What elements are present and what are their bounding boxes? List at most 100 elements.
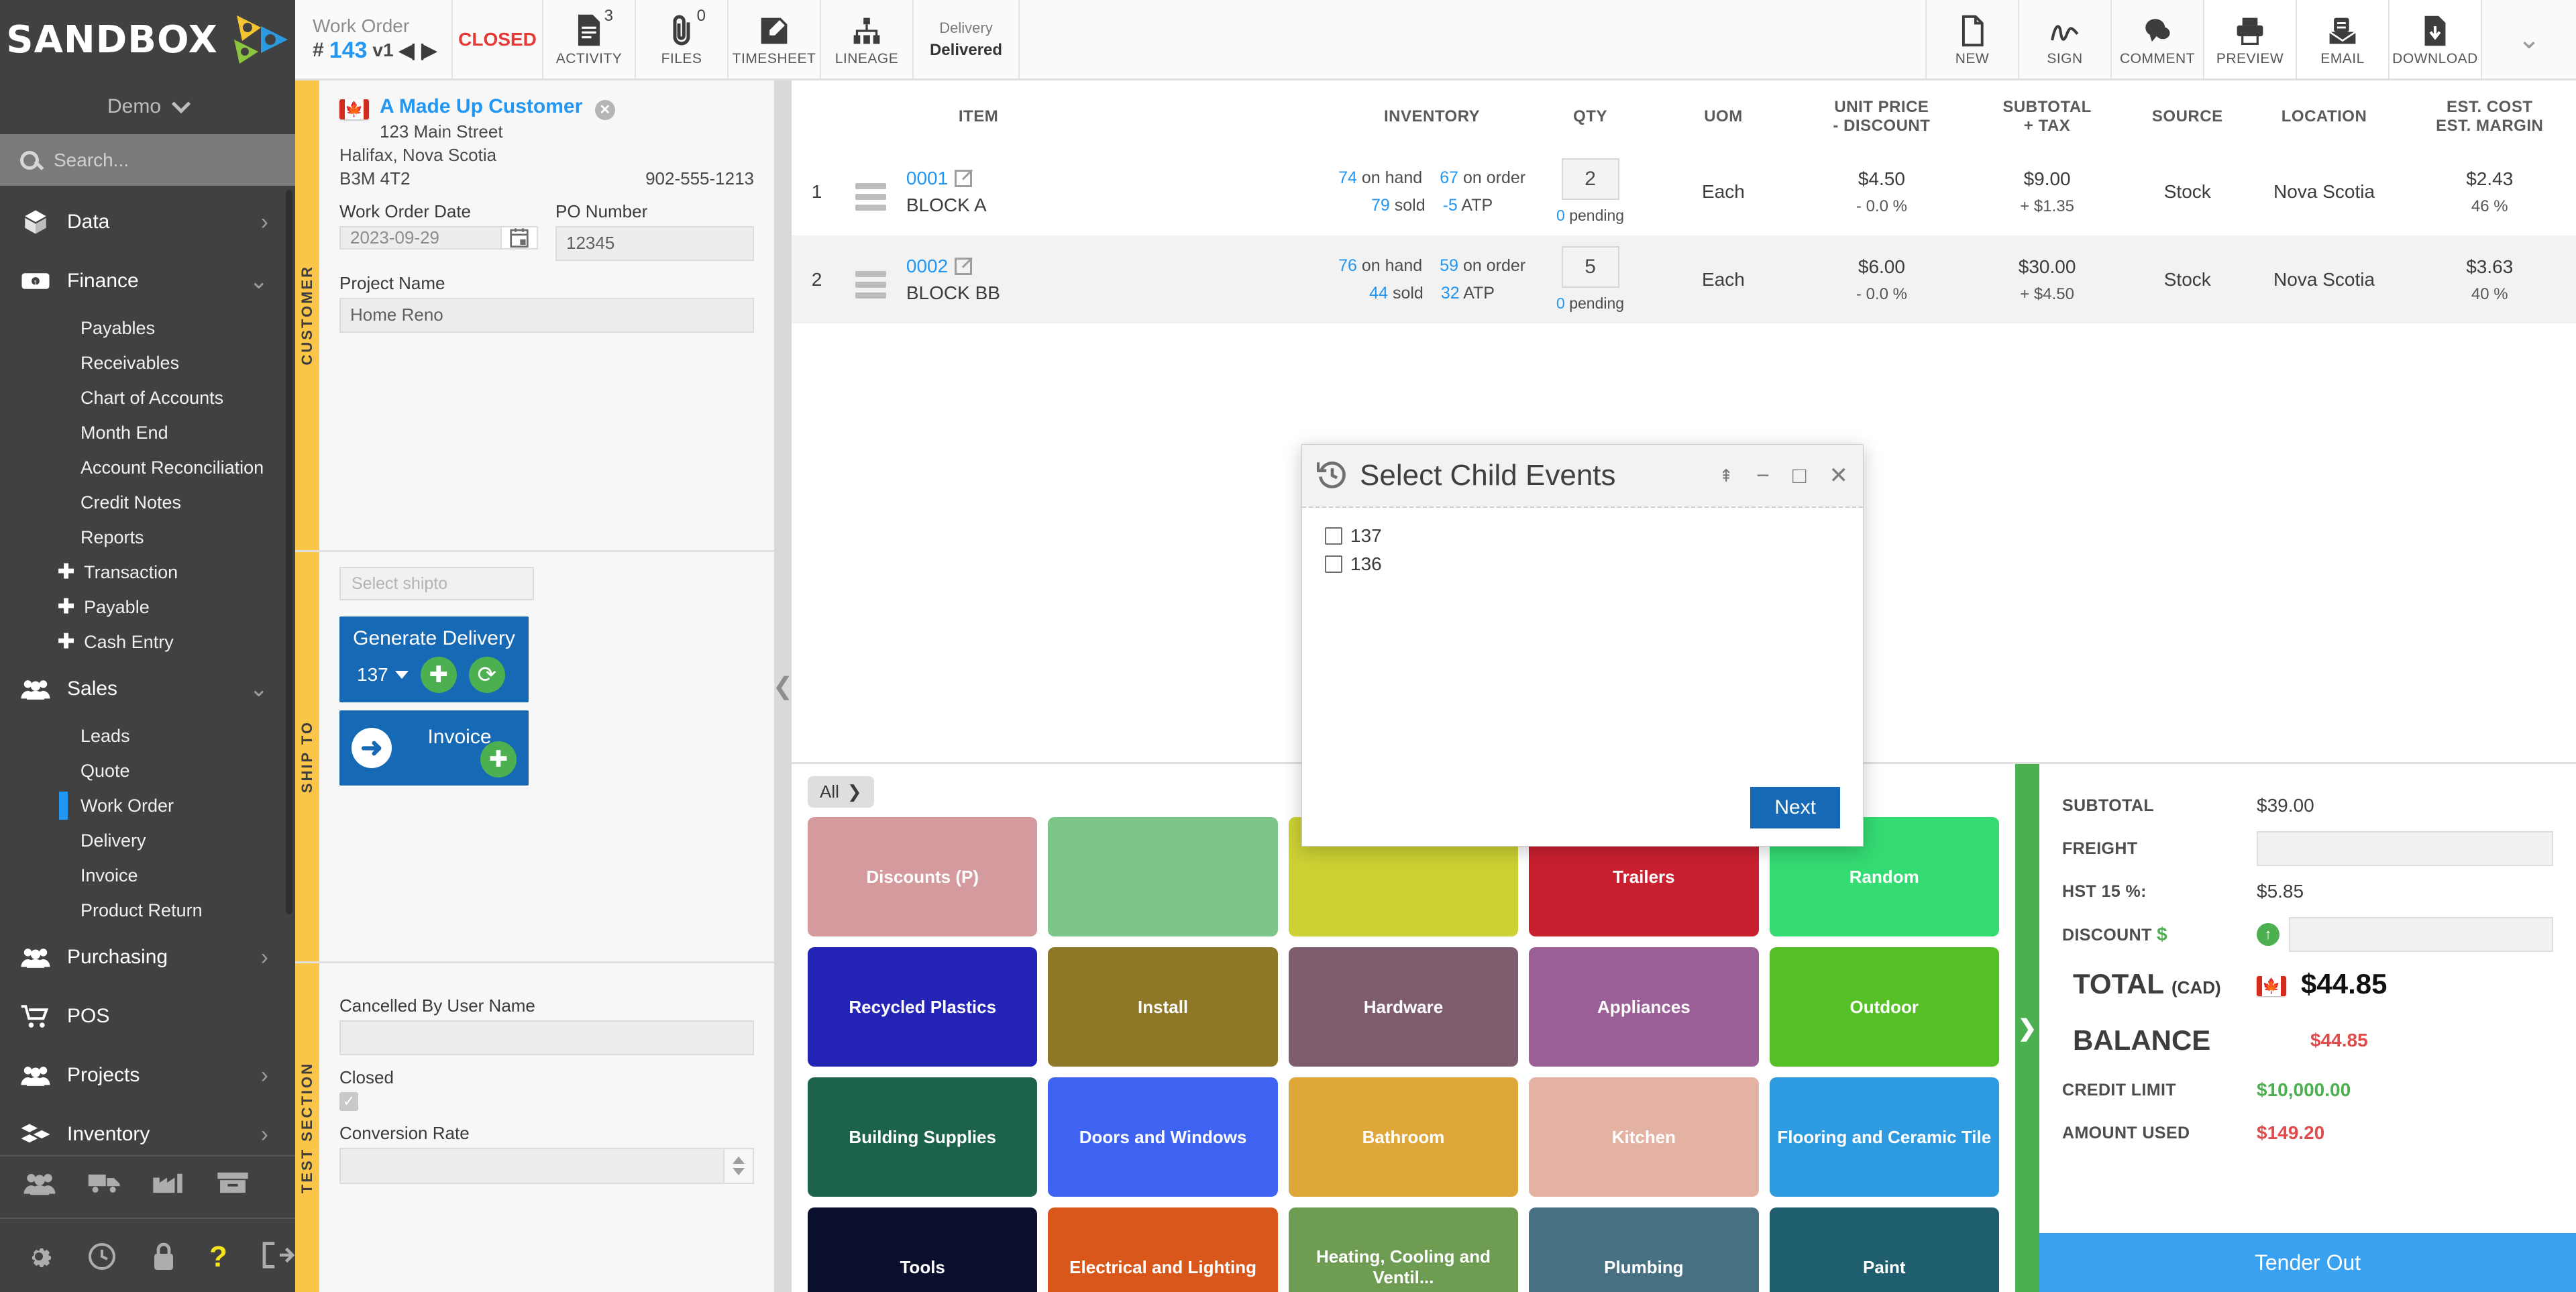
new-button[interactable]: NEW: [1927, 0, 2019, 78]
delivery-status-button[interactable]: Delivery Delivered: [914, 0, 1020, 78]
sidebar-subitem-invoice[interactable]: Invoice: [0, 858, 295, 893]
customer-name[interactable]: A Made Up Customer: [380, 95, 582, 117]
closed-checkbox[interactable]: ✓: [339, 1092, 358, 1111]
category-tile[interactable]: Bathroom: [1288, 1077, 1519, 1197]
category-tile[interactable]: Discounts (P): [808, 817, 1038, 936]
toolbar-more-button[interactable]: ⌄: [2482, 0, 2576, 78]
all-categories-chip[interactable]: All ❯: [808, 776, 874, 808]
test-section-tab[interactable]: TEST SECTION: [295, 963, 319, 1292]
category-tile[interactable]: Hardware: [1288, 947, 1519, 1067]
tender-out-button[interactable]: Tender Out: [2039, 1233, 2576, 1292]
category-tile[interactable]: Flooring and Ceramic Tile: [1769, 1077, 1999, 1197]
category-tile[interactable]: Heating, Cooling and Ventil...: [1288, 1207, 1519, 1292]
generate-delivery-button[interactable]: Generate Delivery 137 ✚ ⟳: [339, 616, 529, 702]
qty-input[interactable]: 5: [1561, 246, 1619, 288]
next-record-button[interactable]: |▶: [420, 40, 437, 61]
conversion-rate-input[interactable]: [339, 1148, 723, 1184]
sidebar-item-pos[interactable]: POS: [0, 987, 295, 1046]
child-event-option[interactable]: 137: [1325, 525, 1840, 547]
brand-logo-area[interactable]: SANDBOX: [0, 0, 295, 80]
timesheet-button[interactable]: TIMESHEET: [729, 0, 821, 78]
table-row[interactable]: 1 0001 BLOCK A 74 on hand 67 on order 79…: [792, 148, 2576, 235]
lock-icon[interactable]: [149, 1240, 178, 1271]
help-icon[interactable]: ?: [209, 1240, 231, 1273]
sidebar-subitem-month-end[interactable]: Month End: [0, 415, 295, 450]
sidebar-subitem-receivables[interactable]: Receivables: [0, 345, 295, 380]
edit-icon[interactable]: [955, 257, 973, 275]
lineage-button[interactable]: LINEAGE: [821, 0, 914, 78]
child-event-checkbox[interactable]: [1325, 555, 1342, 573]
category-tile[interactable]: Outdoor: [1769, 947, 1999, 1067]
factory-icon[interactable]: [152, 1171, 185, 1202]
files-button[interactable]: 0 FILES: [636, 0, 729, 78]
discount-currency-symbol[interactable]: $: [2157, 924, 2167, 945]
sidebar-action-payable[interactable]: ✚ Payable: [0, 590, 295, 625]
calendar-icon[interactable]: [500, 225, 538, 250]
pin-icon[interactable]: ⇞: [1719, 467, 1733, 484]
category-tile[interactable]: Tools: [808, 1207, 1038, 1292]
email-button[interactable]: EMAIL: [2297, 0, 2390, 78]
add-delivery-button[interactable]: ✚: [420, 657, 457, 693]
stepper-down-icon[interactable]: [733, 1168, 745, 1175]
item-sku[interactable]: 0001: [906, 168, 948, 189]
cancelled-by-input[interactable]: [339, 1020, 754, 1055]
sidebar-subitem-payables[interactable]: Payables: [0, 311, 295, 345]
collapse-right-panel-button[interactable]: ❯: [2015, 764, 2039, 1292]
next-button[interactable]: Next: [1750, 787, 1840, 828]
freight-input[interactable]: [2257, 831, 2553, 866]
sidebar-subitem-delivery[interactable]: Delivery: [0, 823, 295, 858]
sidebar-item-finance[interactable]: 1 Finance ⌄: [0, 252, 295, 311]
minimize-button[interactable]: −: [1756, 464, 1770, 487]
category-tile[interactable]: Appliances: [1529, 947, 1759, 1067]
category-tile[interactable]: Paint: [1769, 1207, 1999, 1292]
shipto-tab[interactable]: SHIP TO: [295, 552, 319, 961]
sidebar-subitem-leads[interactable]: Leads: [0, 718, 295, 753]
maximize-button[interactable]: □: [1792, 464, 1807, 487]
truck-icon[interactable]: [87, 1171, 121, 1202]
activity-button[interactable]: 3 ACTIVITY: [543, 0, 636, 78]
clear-customer-button[interactable]: ✕: [594, 99, 615, 120]
prev-record-button[interactable]: ◀|: [399, 40, 416, 61]
preview-button[interactable]: PREVIEW: [2204, 0, 2297, 78]
sidebar-item-sales[interactable]: Sales ⌄: [0, 659, 295, 718]
sidebar-subitem-product-return[interactable]: Product Return: [0, 893, 295, 928]
sidebar-item-data[interactable]: Data ›: [0, 193, 295, 252]
sidebar-subitem-quote[interactable]: Quote: [0, 753, 295, 788]
row-drag-handle[interactable]: [842, 235, 900, 323]
download-button[interactable]: DOWNLOAD: [2390, 0, 2482, 78]
discount-input[interactable]: [2289, 917, 2553, 952]
sign-button[interactable]: SIGN: [2019, 0, 2112, 78]
category-tile[interactable]: Recycled Plastics: [808, 947, 1038, 1067]
child-event-option[interactable]: 136: [1325, 553, 1840, 575]
sidebar-item-inventory[interactable]: Inventory ›: [0, 1105, 295, 1155]
refresh-delivery-button[interactable]: ⟳: [468, 657, 505, 693]
comment-button[interactable]: COMMENT: [2112, 0, 2204, 78]
gear-icon[interactable]: [23, 1240, 55, 1271]
table-row[interactable]: 2 0002 BLOCK BB 76 on hand 59 on order 4…: [792, 235, 2576, 323]
sidebar-item-purchasing[interactable]: Purchasing ›: [0, 928, 295, 987]
category-tile[interactable]: [1048, 817, 1278, 936]
customer-tab[interactable]: CUSTOMER: [295, 80, 319, 550]
add-invoice-button[interactable]: ✚: [480, 741, 517, 777]
apply-discount-button[interactable]: ↑: [2257, 923, 2279, 946]
project-name-input[interactable]: Home Reno: [339, 297, 754, 333]
search-input[interactable]: Search...: [0, 134, 295, 186]
people-icon[interactable]: [23, 1171, 56, 1202]
category-tile[interactable]: Install: [1048, 947, 1278, 1067]
sidebar-subitem-account-reconciliation[interactable]: Account Reconciliation: [0, 450, 295, 485]
row-drag-handle[interactable]: [842, 148, 900, 235]
edit-icon[interactable]: [955, 169, 973, 187]
sidebar-subitem-credit-notes[interactable]: Credit Notes: [0, 485, 295, 520]
item-sku[interactable]: 0002: [906, 256, 948, 276]
sidebar-item-projects[interactable]: Projects ›: [0, 1046, 295, 1105]
archive-icon[interactable]: [216, 1171, 250, 1202]
clock-icon[interactable]: [86, 1240, 118, 1271]
org-switcher[interactable]: Demo: [0, 80, 295, 134]
category-tile[interactable]: Plumbing: [1529, 1207, 1759, 1292]
po-number-input[interactable]: 12345: [555, 225, 754, 261]
collapse-left-panel-button[interactable]: ❮: [773, 80, 793, 1292]
category-tile[interactable]: Kitchen: [1529, 1077, 1759, 1197]
modal-header[interactable]: Select Child Events ⇞ − □ ✕: [1302, 445, 1863, 508]
select-shipto-input[interactable]: Select shipto: [339, 567, 534, 600]
logout-icon[interactable]: [262, 1240, 295, 1271]
